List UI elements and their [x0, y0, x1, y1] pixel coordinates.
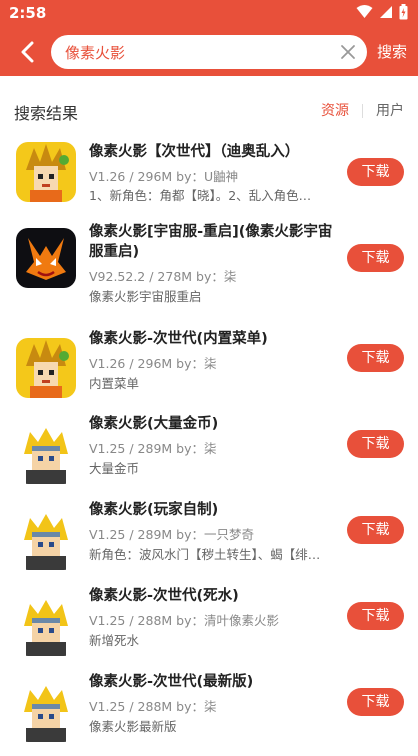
- status-time: 2:58: [9, 4, 47, 22]
- item-meta: V1.26 / 296M by：柒: [89, 356, 217, 371]
- item-desc: 内置菜单: [89, 376, 140, 391]
- item-desc: 像素火影最新版: [89, 719, 177, 734]
- back-arrow-icon: [21, 41, 34, 63]
- app-icon-kurama-dark: [16, 228, 76, 288]
- app-icon-minato-blonde: [16, 424, 76, 484]
- item-meta: V1.25 / 289M by：柒: [89, 441, 217, 456]
- item-name: 像素火影-次世代(死水): [89, 588, 239, 604]
- app-icon-minato-blonde: [16, 596, 76, 656]
- download-button[interactable]: 下载: [347, 688, 404, 716]
- search-input[interactable]: [65, 35, 335, 69]
- download-button[interactable]: 下载: [347, 344, 404, 372]
- item-name: 像素火影(玩家自制): [89, 502, 219, 518]
- tab-user[interactable]: 用户: [376, 100, 404, 120]
- item-name: 像素火影【次世代】（迪奥乱入）: [89, 144, 300, 160]
- item-meta: V1.25 / 289M by：一只梦奇: [89, 527, 254, 542]
- item-name: 像素火影(大量金币): [89, 416, 219, 432]
- wifi-icon: [356, 5, 373, 18]
- item-desc: 新增死水: [89, 633, 140, 648]
- app-icon-naruto-gold: [16, 338, 76, 398]
- clear-icon[interactable]: [339, 43, 357, 61]
- app-icon-minato-blonde: [16, 510, 76, 570]
- results-header: 搜索结果 资源 用户: [0, 88, 418, 132]
- download-button[interactable]: 下载: [347, 516, 404, 544]
- list-item[interactable]: 像素火影-次世代(死水) V1.25 / 288M by：清叶像素火影 新增死水…: [0, 584, 418, 670]
- item-desc: 像素火影宇宙服重启: [89, 289, 202, 304]
- search-box: [51, 35, 367, 69]
- list-item[interactable]: 像素火影(大量金币) V1.25 / 289M by：柒 大量金币 下载: [0, 412, 418, 498]
- list-item[interactable]: 像素火影(玩家自制) V1.25 / 289M by：一只梦奇 新角色：波风水门…: [0, 498, 418, 584]
- item-desc: 大量金币: [89, 461, 140, 476]
- app-bar: 搜索: [0, 28, 418, 76]
- battery-icon: [399, 4, 408, 20]
- item-name: 像素火影[宇宙服-重启](像素火影宇宙服重启): [89, 224, 333, 260]
- tab-divider: [362, 104, 363, 118]
- app-icon-minato-blonde: [16, 682, 76, 742]
- item-meta: V92.52.2 / 278M by：柒: [89, 269, 237, 284]
- item-name: 像素火影-次世代(内置菜单): [89, 331, 268, 347]
- search-button[interactable]: 搜索: [377, 41, 407, 62]
- app-icon-naruto-gold: [16, 142, 76, 202]
- list-item[interactable]: 像素火影-次世代(内置菜单) V1.26 / 296M by：柒 内置菜单 下载: [0, 326, 418, 412]
- back-button[interactable]: [12, 37, 42, 67]
- list-item[interactable]: 像素火影-次世代(最新版) V1.25 / 288M by：柒 像素火影最新版 …: [0, 670, 418, 756]
- status-icons: [356, 4, 408, 20]
- item-meta: V1.25 / 288M by：清叶像素火影: [89, 613, 279, 628]
- signal-icon: [380, 6, 392, 18]
- download-button[interactable]: 下载: [347, 158, 404, 186]
- results-title: 搜索结果: [14, 104, 79, 123]
- item-desc: 1、新角色：角都【晓】。2、乱入角色…: [89, 188, 312, 203]
- download-button[interactable]: 下载: [347, 430, 404, 458]
- download-button[interactable]: 下载: [347, 244, 404, 272]
- item-meta: V1.26 / 296M by：U鼬神: [89, 169, 239, 184]
- list-item[interactable]: 像素火影[宇宙服-重启](像素火影宇宙服重启) V92.52.2 / 278M …: [0, 222, 418, 308]
- list-item[interactable]: 像素火影【次世代】（迪奥乱入） V1.26 / 296M by：U鼬神 1、新角…: [0, 130, 418, 216]
- item-desc: 新角色：波风水门【秽土转生】、蝎【绯…: [89, 547, 321, 562]
- item-meta: V1.25 / 288M by：柒: [89, 699, 217, 714]
- download-button[interactable]: 下载: [347, 602, 404, 630]
- item-name: 像素火影-次世代(最新版): [89, 674, 254, 690]
- status-bar: 2:58: [0, 0, 418, 28]
- tab-resource[interactable]: 资源: [321, 100, 349, 120]
